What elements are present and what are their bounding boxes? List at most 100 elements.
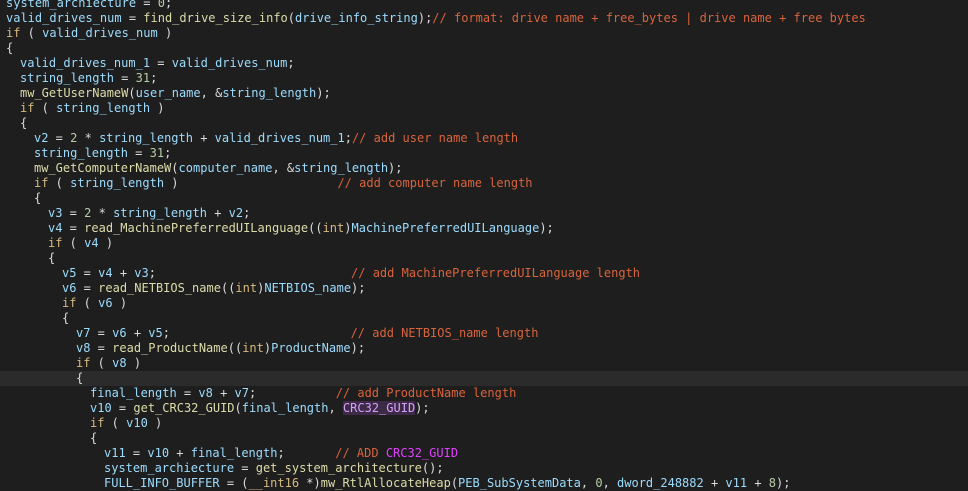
- identifier[interactable]: valid_drives_num: [6, 11, 122, 25]
- identifier[interactable]: v4: [84, 236, 98, 250]
- code-line[interactable]: v7 = v6 + v5; // add NETBIOS_name length: [0, 326, 968, 341]
- identifier[interactable]: string_length: [20, 71, 114, 85]
- identifier[interactable]: v6: [98, 296, 112, 310]
- identifier[interactable]: computer_name: [179, 161, 273, 175]
- comment: // add computer name length: [337, 176, 533, 190]
- identifier[interactable]: MachinePreferredUILanguage: [351, 221, 539, 235]
- identifier[interactable]: v5: [148, 326, 162, 340]
- identifier[interactable]: ProductName: [271, 341, 350, 355]
- identifier[interactable]: system_archiecture: [6, 0, 136, 10]
- function-name[interactable]: read_MachinePreferredUILanguage: [84, 221, 308, 235]
- function-name[interactable]: mw_GetComputerNameW: [34, 161, 171, 175]
- function-name[interactable]: find_drive_size_info: [143, 11, 288, 25]
- code-line[interactable]: if ( v6 ): [0, 296, 968, 311]
- identifier[interactable]: final_length: [242, 401, 329, 415]
- code-line[interactable]: if ( v8 ): [0, 356, 968, 371]
- identifier[interactable]: v10: [90, 401, 112, 415]
- identifier[interactable]: NETBIOS_name: [264, 281, 351, 295]
- code-line[interactable]: v4 = read_MachinePreferredUILanguage((in…: [0, 221, 968, 236]
- identifier[interactable]: v6: [62, 281, 76, 295]
- identifier[interactable]: v8: [198, 386, 212, 400]
- code-line[interactable]: v6 = read_NETBIOS_name((int)NETBIOS_name…: [0, 281, 968, 296]
- punctuation: +: [192, 131, 215, 145]
- identifier[interactable]: valid_drives_num_1: [20, 56, 150, 70]
- code-line[interactable]: mw_GetComputerNameW(computer_name, &stri…: [0, 161, 968, 176]
- identifier[interactable]: string_length: [222, 86, 316, 100]
- identifier[interactable]: final_length: [191, 446, 278, 460]
- identifier[interactable]: v8: [76, 341, 90, 355]
- identifier[interactable]: v3: [48, 206, 62, 220]
- code-line[interactable]: if ( v10 ): [0, 416, 968, 431]
- identifier[interactable]: PEB_SubSystemData: [458, 476, 581, 490]
- function-name[interactable]: read_NETBIOS_name: [98, 281, 221, 295]
- function-name[interactable]: get_CRC32_GUID: [133, 401, 234, 415]
- function-name[interactable]: mw_GetUserNameW: [20, 86, 128, 100]
- code-line[interactable]: system_archiecture = 0;: [0, 0, 968, 11]
- identifier[interactable]: v6: [112, 326, 126, 340]
- code-line[interactable]: {: [0, 191, 968, 206]
- code-line[interactable]: v11 = v10 + final_length; // ADD CRC32_G…: [0, 446, 968, 461]
- identifier[interactable]: valid_drives_num: [42, 26, 158, 40]
- identifier[interactable]: v7: [235, 386, 249, 400]
- identifier[interactable]: FULL_INFO_BUFFER: [104, 476, 220, 490]
- identifier[interactable]: v10: [126, 416, 148, 430]
- highlighted-symbol[interactable]: CRC32_GUID: [342, 401, 416, 415]
- pseudocode-view[interactable]: system_archiecture = 0; valid_drives_num …: [0, 0, 968, 491]
- function-name[interactable]: read_ProductName: [112, 341, 228, 355]
- identifier[interactable]: string_length: [70, 176, 164, 190]
- code-line[interactable]: {: [0, 431, 968, 446]
- punctuation: );: [776, 476, 791, 490]
- code-line[interactable]: if ( string_length ) // add computer nam…: [0, 176, 968, 191]
- code-line[interactable]: valid_drives_num = find_drive_size_info(…: [0, 11, 968, 26]
- code-line[interactable]: FULL_INFO_BUFFER = (__int16 *)mw_RtlAllo…: [0, 476, 968, 491]
- identifier[interactable]: v2: [229, 206, 243, 220]
- identifier[interactable]: string_length: [56, 101, 150, 115]
- identifier[interactable]: v8: [112, 356, 126, 370]
- code-line[interactable]: string_length = 31;: [0, 146, 968, 161]
- code-line[interactable]: final_length = v8 + v7; // add ProductNa…: [0, 386, 968, 401]
- code-line[interactable]: if ( string_length ): [0, 101, 968, 116]
- identifier[interactable]: dword_248882: [617, 476, 704, 490]
- code-line[interactable]: string_length = 31;: [0, 71, 968, 86]
- punctuation: (: [76, 296, 99, 310]
- identifier[interactable]: user_name: [136, 86, 201, 100]
- code-line[interactable]: v5 = v4 + v3; // add MachinePreferredUIL…: [0, 266, 968, 281]
- punctuation: );: [539, 221, 554, 235]
- code-line[interactable]: v8 = read_ProductName((int)ProductName);: [0, 341, 968, 356]
- identifier[interactable]: v4: [48, 221, 62, 235]
- identifier[interactable]: valid_drives_num_1: [215, 131, 345, 145]
- code-line[interactable]: if ( v4 ): [0, 236, 968, 251]
- identifier[interactable]: final_length: [90, 386, 177, 400]
- identifier[interactable]: string_length: [113, 206, 207, 220]
- identifier[interactable]: v2: [34, 131, 48, 145]
- code-line[interactable]: {: [0, 251, 968, 266]
- identifier[interactable]: v10: [147, 446, 169, 460]
- punctuation: (: [62, 236, 85, 250]
- code-line[interactable]: {: [0, 41, 968, 56]
- identifier[interactable]: v11: [104, 446, 126, 460]
- code-line[interactable]: {: [0, 311, 968, 326]
- code-line[interactable]: v3 = 2 * string_length + v2;: [0, 206, 968, 221]
- function-name[interactable]: get_system_architecture: [256, 461, 422, 475]
- current-code-line[interactable]: {: [0, 371, 968, 386]
- code-line[interactable]: v2 = 2 * string_length + valid_drives_nu…: [0, 131, 968, 146]
- identifier[interactable]: v11: [725, 476, 747, 490]
- identifier[interactable]: string_length: [34, 146, 128, 160]
- code-line[interactable]: mw_GetUserNameW(user_name, &string_lengt…: [0, 86, 968, 101]
- code-line[interactable]: v10 = get_CRC32_GUID(final_length, CRC32…: [0, 401, 968, 416]
- punctuation: =: [150, 56, 172, 70]
- identifier[interactable]: system_archiecture: [104, 461, 234, 475]
- identifier[interactable]: v3: [134, 266, 148, 280]
- function-name[interactable]: mw_RtlAllocateHeap: [321, 476, 451, 490]
- identifier[interactable]: v5: [62, 266, 76, 280]
- identifier[interactable]: v7: [76, 326, 90, 340]
- identifier[interactable]: drive_info_string: [295, 11, 418, 25]
- identifier[interactable]: string_length: [99, 131, 193, 145]
- code-line[interactable]: if ( valid_drives_num ): [0, 26, 968, 41]
- identifier[interactable]: valid_drives_num: [172, 56, 288, 70]
- identifier[interactable]: v4: [98, 266, 112, 280]
- code-line[interactable]: system_archiecture = get_system_architec…: [0, 461, 968, 476]
- code-line[interactable]: valid_drives_num_1 = valid_drives_num;: [0, 56, 968, 71]
- code-line[interactable]: {: [0, 116, 968, 131]
- identifier[interactable]: string_length: [294, 161, 388, 175]
